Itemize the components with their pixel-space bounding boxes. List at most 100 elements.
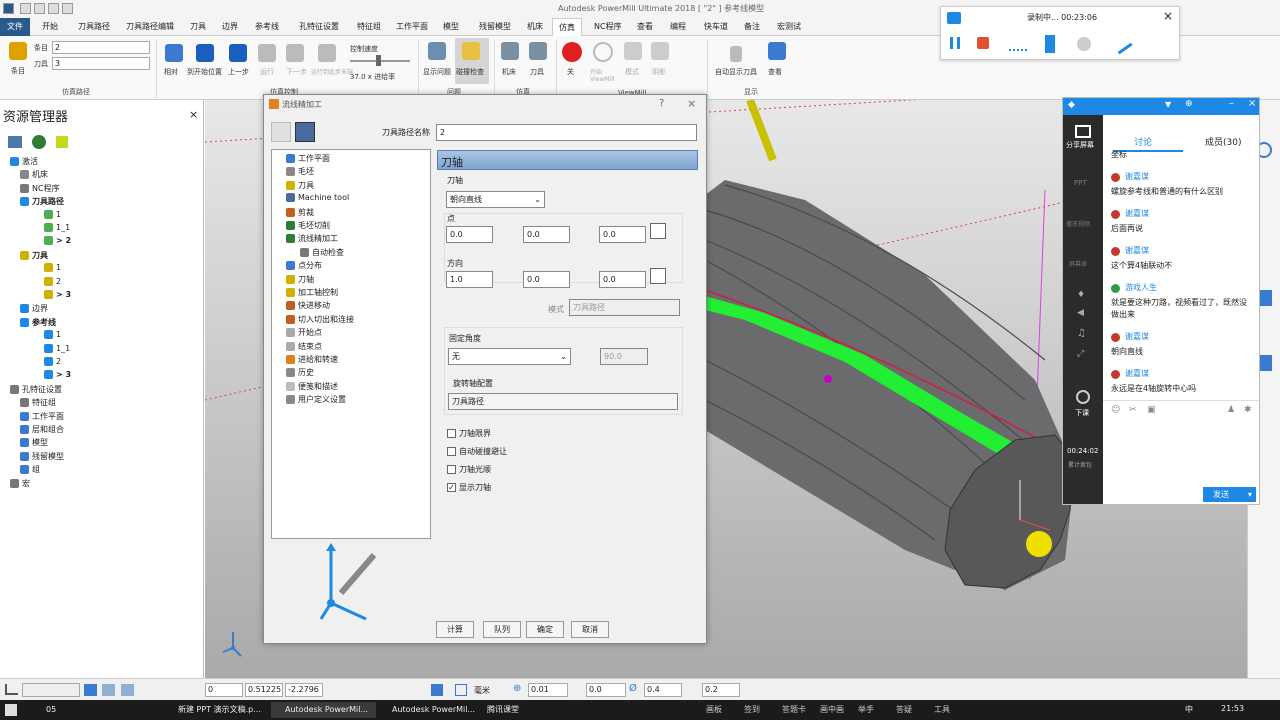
tab-model[interactable]: 模型 (443, 21, 459, 32)
ime-indicator[interactable]: 中 (1185, 704, 1193, 715)
taskbar-item-folder[interactable]: 05 (32, 702, 56, 718)
global-settings-icon[interactable] (271, 122, 291, 142)
tab-machine[interactable]: 机床 (527, 21, 543, 32)
dir-y-input[interactable]: 0.0 (523, 271, 570, 288)
fixed-angle-select[interactable]: 无 ⌄ (448, 348, 571, 365)
collision-check-icon[interactable] (462, 42, 480, 60)
explorer-item[interactable]: 特征组 (20, 397, 56, 408)
tab-file[interactable]: 文件 (0, 18, 30, 36)
explorer-item[interactable]: 刀具 (20, 250, 48, 261)
eraser-icon[interactable] (1077, 37, 1091, 51)
explorer-item[interactable]: 模型 (20, 437, 48, 448)
explorer-item[interactable]: 1_1 (44, 343, 70, 353)
calculate-button[interactable]: 计算 (436, 621, 474, 638)
explorer-item[interactable]: 1 (44, 209, 61, 219)
users-icon[interactable]: ♟ (1227, 405, 1235, 415)
explorer-item[interactable]: 1 (44, 263, 61, 273)
volume-icon[interactable]: ◀ (1077, 308, 1084, 318)
explorer-item[interactable]: 宏 (10, 478, 30, 489)
workplane-icon[interactable] (5, 684, 18, 695)
dir-x-input[interactable]: 1.0 (446, 271, 493, 288)
end-class-icon[interactable] (1076, 390, 1090, 404)
explorer-item[interactable]: 1_1 (44, 223, 70, 232)
tool-icon[interactable] (529, 42, 547, 60)
explorer-item[interactable]: 边界 (20, 303, 48, 314)
grid-icon[interactable] (455, 684, 467, 696)
explorer-item[interactable]: > 3 (44, 290, 71, 299)
checkbox[interactable] (447, 465, 456, 474)
explorer-item[interactable]: 参考线 (20, 317, 56, 328)
taskbar-item-ppt[interactable]: 新建 PPT 演示文稿.p... (164, 702, 261, 718)
tab-fastlane[interactable]: 快车道 (704, 21, 728, 32)
send-button[interactable]: 发送 ▾ (1203, 487, 1256, 502)
explorer-item[interactable]: 1 (44, 330, 61, 340)
tab-workplane[interactable]: 工作平面 (396, 21, 428, 32)
strategy-tree-item[interactable]: 毛坯 (286, 166, 314, 177)
point-z-input[interactable]: 0.0 (599, 226, 646, 243)
strategy-tree-item[interactable]: 切入切出和连接 (286, 314, 354, 325)
strategy-tree-item[interactable]: 刀轴 (286, 274, 314, 285)
explorer-item[interactable]: 2 (44, 357, 61, 366)
help-icon[interactable]: ? (659, 98, 664, 109)
tool-select[interactable]: 3 (52, 57, 150, 70)
scissors-icon[interactable]: ✂ (1129, 405, 1137, 415)
step-back-icon[interactable] (229, 44, 247, 62)
mic-icon[interactable]: ♦ (1077, 290, 1085, 300)
strategy-tree-item[interactable]: 开始点 (286, 327, 322, 338)
coord-y[interactable]: 0.51225 (245, 683, 283, 697)
step-forward-icon[interactable] (286, 44, 304, 62)
chevron-down-icon[interactable]: ▼ (1165, 100, 1171, 109)
pen-icon[interactable] (1045, 35, 1055, 53)
relative-icon[interactable] (165, 44, 183, 62)
point-x-input[interactable]: 0.0 (446, 226, 493, 243)
record-off-icon[interactable] (562, 42, 582, 62)
tray-item[interactable]: 签到 (744, 704, 760, 715)
share-screen-icon[interactable] (1075, 125, 1091, 138)
close-icon[interactable]: × (687, 97, 696, 110)
coord-z[interactable]: -2.2796 (285, 683, 323, 697)
strategy-tree-item[interactable]: 流线精加工 (286, 233, 338, 244)
pin-window-icon[interactable]: ⊕ (1185, 99, 1193, 109)
ok-button[interactable]: 确定 (526, 621, 564, 638)
explorer-item[interactable]: 激活 (10, 156, 38, 167)
image-icon[interactable]: ▣ (1147, 405, 1156, 415)
angle-input[interactable]: 90.0 (600, 348, 648, 365)
strategy-tree-item[interactable]: 毛坯切削 (286, 220, 330, 231)
point-y-input[interactable]: 0.0 (523, 226, 570, 243)
strategy-tree-item[interactable]: 加工轴控制 (286, 287, 338, 298)
snap2-icon[interactable] (102, 684, 115, 696)
explorer-item[interactable]: 工作平面 (20, 411, 64, 422)
explorer-item[interactable]: > 2 (44, 236, 71, 246)
explorer-item[interactable]: 组 (20, 464, 40, 475)
queue-button[interactable]: 队列 (483, 621, 521, 638)
strategy-tree-item[interactable]: 用户定义设置 (286, 394, 346, 405)
strategy-tree-item[interactable]: Machine tool (286, 193, 349, 203)
tab-stock-model[interactable]: 残留模型 (479, 21, 511, 32)
clear-icon[interactable] (56, 136, 68, 148)
pause-icon[interactable] (950, 37, 960, 49)
auto-show-tool-icon[interactable] (730, 46, 742, 62)
explorer-item[interactable]: 刀具路径 (20, 196, 64, 207)
rotary-config-value[interactable]: 刀具路径 (448, 393, 678, 410)
tab-toolpath-edit[interactable]: 刀具路径编辑 (126, 21, 174, 32)
checkbox[interactable] (447, 447, 456, 456)
tray-item[interactable]: 工具 (934, 704, 950, 715)
explorer-item[interactable]: > 3 (44, 370, 71, 380)
pick-direction-icon[interactable] (650, 268, 666, 284)
machine-icon[interactable] (501, 42, 519, 60)
stop-icon[interactable] (977, 37, 989, 49)
rewind-icon[interactable] (196, 44, 214, 62)
marker-icon[interactable] (1111, 33, 1133, 55)
coord-x[interactable]: 0 (205, 683, 243, 697)
tab-nc-program[interactable]: NC程序 (594, 21, 622, 32)
strategy-tree-item[interactable]: 进给和转速 (286, 354, 338, 365)
fullscreen-icon[interactable]: ⤢ (1077, 349, 1084, 359)
open-icon[interactable] (20, 3, 31, 14)
undo-icon[interactable] (48, 3, 59, 14)
tray-item[interactable]: 画板 (706, 704, 722, 715)
snap3-icon[interactable] (121, 684, 134, 696)
tab-hole-features[interactable]: 孔特征设置 (299, 21, 339, 32)
close-icon[interactable]: × (189, 108, 198, 121)
tray-item[interactable]: 答题卡 (782, 704, 806, 715)
taskbar-item-powermill-1[interactable]: Autodesk PowerMil... (271, 702, 376, 718)
